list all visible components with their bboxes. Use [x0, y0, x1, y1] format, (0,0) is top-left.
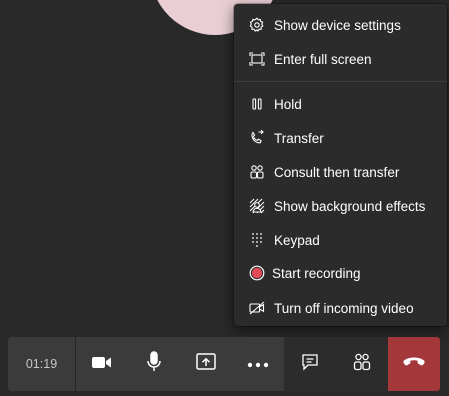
chat-icon	[300, 352, 320, 377]
share-screen-button[interactable]	[180, 337, 232, 391]
camera-button[interactable]	[76, 337, 128, 391]
menu-item-label: Hold	[274, 96, 302, 112]
menu-divider	[234, 81, 447, 82]
video-off-icon	[248, 299, 266, 317]
dialpad-icon	[248, 231, 266, 249]
microphone-icon	[146, 350, 162, 378]
participants-icon	[352, 352, 372, 377]
menu-item-label: Keypad	[274, 232, 320, 248]
menu-item-hold[interactable]: Hold	[234, 88, 447, 120]
video-camera-icon	[91, 354, 113, 375]
more-options-icon	[247, 355, 269, 373]
menu-item-start-recording[interactable]: Start recording	[234, 257, 447, 289]
participants-button[interactable]	[336, 337, 388, 391]
more-options-menu: Show device settings Enter full screen H…	[234, 4, 447, 326]
menu-item-keypad[interactable]: Keypad	[234, 224, 447, 256]
menu-item-label: Transfer	[274, 130, 324, 146]
fullscreen-icon	[248, 50, 266, 68]
menu-item-turn-off-video[interactable]: Turn off incoming video	[234, 292, 447, 324]
background-effects-icon	[248, 197, 266, 215]
menu-item-label: Consult then transfer	[274, 164, 400, 180]
microphone-button[interactable]	[128, 337, 180, 391]
menu-item-consult-transfer[interactable]: Consult then transfer	[234, 156, 447, 188]
more-options-button[interactable]	[232, 337, 284, 391]
menu-item-background-effects[interactable]: Show background effects	[234, 190, 447, 222]
menu-item-label: Show device settings	[274, 17, 401, 33]
call-timer: 01:19	[8, 337, 75, 391]
menu-item-label: Turn off incoming video	[274, 300, 414, 316]
hang-up-button[interactable]	[388, 337, 440, 391]
call-stage: Show device settings Enter full screen H…	[0, 0, 449, 396]
people-icon	[248, 163, 266, 181]
menu-item-full-screen[interactable]: Enter full screen	[234, 43, 447, 75]
menu-item-label: Enter full screen	[274, 51, 372, 67]
hang-up-icon	[402, 355, 426, 373]
record-icon	[248, 264, 266, 282]
chat-button[interactable]	[284, 337, 336, 391]
media-controls-group	[76, 337, 284, 391]
call-controls-bar: 01:19	[8, 337, 440, 391]
menu-item-label: Start recording	[272, 265, 361, 281]
pause-icon	[248, 95, 266, 113]
share-screen-icon	[195, 352, 217, 377]
menu-item-label: Show background effects	[274, 198, 426, 214]
menu-item-device-settings[interactable]: Show device settings	[234, 9, 447, 41]
phone-transfer-icon	[248, 129, 266, 147]
gear-icon	[248, 16, 266, 34]
menu-item-transfer[interactable]: Transfer	[234, 122, 447, 154]
